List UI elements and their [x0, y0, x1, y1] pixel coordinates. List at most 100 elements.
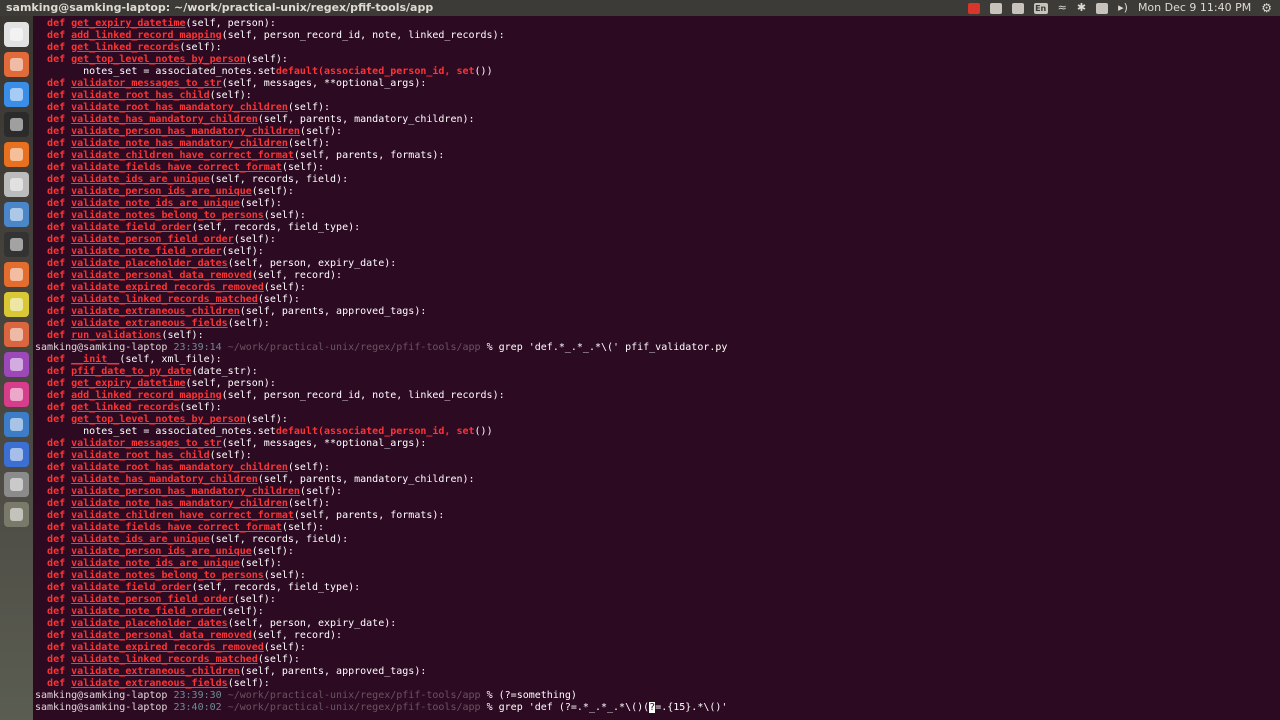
volume-icon[interactable]: ▸): [1118, 0, 1128, 16]
sticky-notes-icon[interactable]: [4, 292, 29, 317]
prompt-time: 23:39:14: [173, 342, 222, 353]
def-keyword: def: [47, 582, 66, 593]
function-args: (self):: [239, 558, 282, 569]
def-keyword: def: [47, 222, 66, 233]
def-keyword: def: [47, 498, 66, 509]
firefox-icon[interactable]: [4, 142, 29, 167]
code-line: notes_set = associated_notes.setdefault(…: [35, 426, 493, 437]
function-args: (self, person_record_id, note, linked_re…: [221, 30, 505, 41]
function-name: validate_fields_have_correct_format: [71, 162, 282, 173]
function-args: (self):: [245, 414, 288, 425]
function-args: (self):: [287, 102, 331, 113]
terminal-window[interactable]: def get_expiry_datetime(self, person): d…: [33, 16, 1280, 720]
def-line: def validate_expired_records_removed(sel…: [35, 282, 727, 294]
pink-app-icon[interactable]: [4, 382, 29, 407]
drive-icon[interactable]: [4, 172, 29, 197]
function-name: validate_has_mandatory_children: [71, 474, 258, 485]
clock[interactable]: Mon Dec 9 11:40 PM: [1138, 0, 1251, 16]
def-line: def validate_extraneous_children(self, p…: [35, 666, 727, 678]
files-icon[interactable]: [4, 52, 29, 77]
def-keyword: def: [47, 474, 66, 485]
def-keyword: def: [47, 174, 66, 185]
def-line: def validate_personal_data_removed(self,…: [35, 630, 727, 642]
def-line: def validate_children_have_correct_forma…: [35, 150, 727, 162]
software-center-icon[interactable]: [4, 262, 29, 287]
function-name: validate_root_has_child: [71, 450, 210, 461]
function-name: validate_notes_belong_to_persons: [71, 570, 264, 581]
function-name: validate_note_field_order: [71, 606, 222, 617]
workspace-icon[interactable]: [4, 472, 29, 497]
bag-icon[interactable]: [4, 322, 29, 347]
wifi-icon[interactable]: ≈: [1058, 0, 1067, 16]
def-keyword: def: [47, 114, 66, 125]
def-keyword: def: [47, 330, 66, 341]
def-line: def validate_extraneous_children(self, p…: [35, 306, 727, 318]
function-name: validate_has_mandatory_children: [71, 114, 258, 125]
def-keyword: def: [47, 570, 66, 581]
function-args: (self):: [209, 90, 252, 101]
function-args: (self, parents, formats):: [293, 510, 445, 521]
def-line: def validate_placeholder_dates(self, per…: [35, 258, 727, 270]
def-keyword: def: [47, 618, 66, 629]
function-args: (self, parents, mandatory_children):: [257, 114, 475, 125]
keyboard-lang-icon[interactable]: En: [1033, 2, 1048, 14]
def-keyword: def: [47, 678, 66, 689]
record-icon[interactable]: [967, 2, 980, 14]
function-args: (self):: [263, 210, 306, 221]
function-args: (self):: [179, 42, 222, 53]
function-args: (self):: [257, 654, 300, 665]
def-keyword: def: [47, 54, 66, 65]
def-keyword: def: [47, 630, 66, 641]
gear-icon[interactable]: ⚙: [1261, 0, 1272, 16]
trash-icon[interactable]: [4, 502, 29, 527]
function-args: (self, record):: [251, 630, 343, 641]
def-keyword: def: [47, 522, 66, 533]
def-line: def add_linked_record_mapping(self, pers…: [35, 30, 727, 42]
dash-home-icon[interactable]: [4, 22, 29, 47]
function-args: (self, records, field):: [209, 534, 349, 545]
terminal-icon[interactable]: [4, 112, 29, 137]
def-line: def validate_person_has_mandatory_childr…: [35, 486, 727, 498]
def-keyword: def: [47, 462, 66, 473]
update-manager-icon[interactable]: [4, 412, 29, 437]
video-player-icon[interactable]: [4, 442, 29, 467]
bluetooth-icon[interactable]: ✱: [1077, 0, 1086, 16]
function-args: (self, parents, approved_tags):: [239, 306, 427, 317]
def-keyword: def: [47, 486, 66, 497]
window-icon[interactable]: [1011, 2, 1024, 14]
function-name: validate_children_have_correct_format: [71, 150, 294, 161]
function-name: validate_extraneous_children: [71, 666, 240, 677]
def-keyword: def: [47, 90, 66, 101]
def-keyword: def: [47, 438, 66, 449]
function-name: validate_root_has_child: [71, 90, 210, 101]
function-name: validate_ids_are_unique: [71, 174, 210, 185]
def-line: def validate_root_has_mandatory_children…: [35, 102, 727, 114]
function-args: (self):: [263, 570, 306, 581]
def-keyword: def: [47, 390, 66, 401]
def-keyword: def: [47, 126, 66, 137]
text-editor-icon[interactable]: [4, 202, 29, 227]
function-name: validate_field_order: [71, 582, 192, 593]
def-keyword: def: [47, 162, 66, 173]
command-text: grep 'def (?=.*_.*_.*\()(: [498, 702, 650, 713]
function-name: __init__: [71, 354, 120, 365]
chrome-icon[interactable]: [4, 82, 29, 107]
def-line: def validate_root_has_child(self):: [35, 90, 727, 102]
prompt-time: 23:40:02: [173, 702, 222, 713]
function-args: (self):: [299, 486, 343, 497]
def-keyword: def: [47, 306, 66, 317]
mail-icon[interactable]: [989, 2, 1002, 14]
system-monitor-icon[interactable]: [4, 232, 29, 257]
def-line: def validate_has_mandatory_children(self…: [35, 474, 727, 486]
function-args: (self):: [179, 402, 222, 413]
function-name: validate_notes_belong_to_persons: [71, 210, 264, 221]
function-name: validate_field_order: [71, 222, 192, 233]
def-line: def validate_ids_are_unique(self, record…: [35, 534, 727, 546]
def-keyword: def: [47, 654, 66, 665]
function-name: validate_note_ids_are_unique: [71, 198, 240, 209]
function-args: (self, records, field_type):: [191, 222, 361, 233]
def-keyword: def: [47, 534, 66, 545]
message-icon[interactable]: [1096, 2, 1109, 14]
function-name: validate_person_ids_are_unique: [71, 186, 252, 197]
purple-app-icon[interactable]: [4, 352, 29, 377]
